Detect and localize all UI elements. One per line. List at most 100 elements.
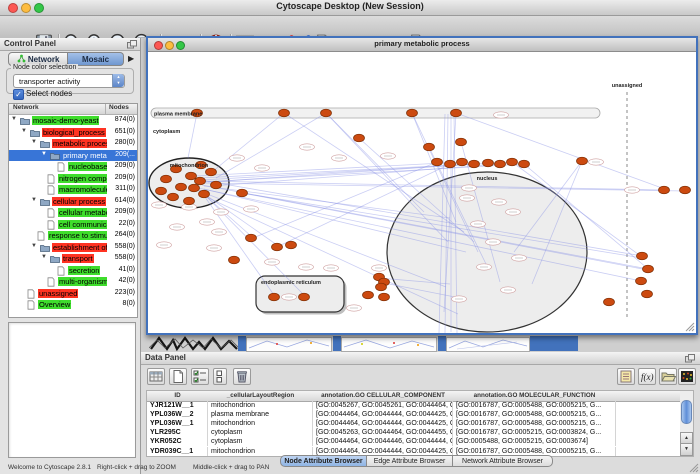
- graph-node[interactable]: [246, 234, 257, 242]
- tree-row[interactable]: cellular metabol209(0): [9, 207, 137, 219]
- graph-node[interactable]: [229, 256, 240, 264]
- graph-node[interactable]: [659, 186, 670, 194]
- table-row[interactable]: YPL036W__1mitochondrion[GO:0044464, GO:0…: [147, 419, 681, 428]
- graph-node[interactable]: [279, 109, 290, 117]
- graph-node[interactable]: [379, 293, 390, 301]
- table-row[interactable]: YLR295Ccytoplasm[GO:0045263, GO:0044464,…: [147, 428, 681, 437]
- graph-node[interactable]: [577, 157, 588, 165]
- tree-row[interactable]: response to stimulu264(0): [9, 230, 137, 242]
- graph-node[interactable]: [456, 138, 467, 146]
- graph-node[interactable]: [604, 298, 615, 306]
- graph-node[interactable]: [156, 187, 167, 195]
- tree-row[interactable]: Overview8(0): [9, 299, 137, 311]
- tree-row[interactable]: ▼primary metabolic209(...: [9, 150, 137, 162]
- graph-node[interactable]: [176, 183, 187, 191]
- expand-triangle-icon[interactable]: ▼: [41, 151, 47, 157]
- window-resize-grip[interactable]: [688, 462, 699, 473]
- graph-node[interactable]: [354, 134, 365, 142]
- graph-node[interactable]: [451, 109, 462, 117]
- tree-row[interactable]: nitrogen compou209(0): [9, 173, 137, 185]
- float-panel-icon[interactable]: [127, 40, 137, 49]
- background-window-fragment[interactable]: [246, 337, 332, 352]
- graph-node[interactable]: [643, 265, 654, 273]
- graph-node[interactable]: [483, 159, 494, 167]
- tree-row[interactable]: ▼transport558(0): [9, 253, 137, 265]
- graph-node[interactable]: [519, 160, 530, 168]
- table-import-icon[interactable]: [147, 368, 165, 385]
- float-panel-icon[interactable]: [685, 354, 695, 363]
- network-view-frame[interactable]: primary metabolic process plasma membran…: [146, 36, 698, 335]
- tab-network-attribute-browser[interactable]: Network Attribute Browser: [453, 455, 553, 467]
- table-scrollbar[interactable]: ▲ ▼: [680, 390, 694, 457]
- select-attributes-icon[interactable]: [191, 368, 209, 385]
- graph-node[interactable]: [507, 158, 518, 166]
- graph-node[interactable]: [457, 158, 468, 166]
- import-folder-icon[interactable]: [659, 368, 677, 385]
- unselect-attributes-icon[interactable]: [213, 368, 227, 385]
- network-canvas[interactable]: plasma membranecytoplasmmitochondrionnuc…: [148, 52, 696, 333]
- graph-node[interactable]: [637, 252, 648, 260]
- node-color-combobox[interactable]: transporter activity ▲▼: [13, 74, 125, 88]
- graph-node[interactable]: [432, 158, 443, 166]
- table-new-icon[interactable]: [169, 368, 187, 385]
- more-tabs-icon[interactable]: ▶: [128, 54, 134, 63]
- tree-row[interactable]: ▼establishment of lo558(0): [9, 242, 137, 254]
- tree-column-nodes[interactable]: Nodes: [109, 104, 129, 111]
- graph-node[interactable]: [199, 190, 210, 198]
- attribute-editor-icon[interactable]: [617, 368, 635, 385]
- expand-triangle-icon[interactable]: ▼: [11, 116, 17, 122]
- tree-column-network[interactable]: Network: [13, 104, 39, 111]
- tree-row[interactable]: ▼cellular process614(0): [9, 196, 137, 208]
- graph-node[interactable]: [424, 143, 435, 151]
- graph-node[interactable]: [299, 293, 310, 301]
- tree-row[interactable]: ▼metabolic process280(0): [9, 138, 137, 150]
- graph-node[interactable]: [206, 168, 217, 176]
- graph-node[interactable]: [237, 189, 248, 197]
- graph-node[interactable]: [186, 172, 197, 180]
- graph-node[interactable]: [189, 184, 200, 192]
- tree-row[interactable]: multi-organism pro42(0): [9, 276, 137, 288]
- graph-node[interactable]: [407, 109, 418, 117]
- tree-row[interactable]: unassigned223(0): [9, 288, 137, 300]
- graph-node[interactable]: [445, 160, 456, 168]
- graph-node[interactable]: [286, 241, 297, 249]
- graph-node[interactable]: [211, 181, 222, 189]
- plasma-membrane-region[interactable]: [151, 108, 600, 118]
- graph-node[interactable]: [680, 186, 691, 194]
- matrix-icon[interactable]: [678, 368, 696, 385]
- tree-row[interactable]: macromolecule311(0): [9, 184, 137, 196]
- background-window-fragment[interactable]: [446, 337, 530, 352]
- window-titlebar[interactable]: Cytoscape Desktop (New Session): [0, 0, 700, 16]
- table-row[interactable]: YKR052Ccytoplasm[GO:0044464, GO:0044446,…: [147, 437, 681, 446]
- table-row[interactable]: YJR121W__1mitochondrion[GO:0045267, GO:0…: [147, 401, 681, 410]
- graph-node[interactable]: [642, 290, 653, 298]
- tab-edge-attribute-browser[interactable]: Edge Attribute Browser: [367, 455, 453, 467]
- function-builder-icon[interactable]: f(x): [638, 368, 656, 385]
- graph-node[interactable]: [168, 193, 179, 201]
- tree-row[interactable]: ▼mosaic-demo-yeast874(0): [9, 115, 137, 127]
- expand-triangle-icon[interactable]: ▼: [31, 243, 37, 249]
- tree-row[interactable]: nucleobase-cont209(0): [9, 161, 137, 173]
- graph-node[interactable]: [195, 177, 206, 185]
- background-window-fragment[interactable]: [341, 337, 437, 352]
- graph-node[interactable]: [376, 283, 387, 291]
- graph-node[interactable]: [184, 197, 195, 205]
- graph-node[interactable]: [469, 160, 480, 168]
- graph-node[interactable]: [363, 291, 374, 299]
- expand-triangle-icon[interactable]: ▼: [31, 197, 37, 203]
- tree-row[interactable]: secretion41(0): [9, 265, 137, 277]
- graph-node[interactable]: [495, 160, 506, 168]
- combobox-stepper-icon[interactable]: ▲▼: [112, 74, 124, 87]
- expand-triangle-icon[interactable]: ▼: [41, 254, 47, 260]
- select-nodes-checkbox[interactable]: ✓: [13, 89, 24, 100]
- tree-row[interactable]: ▼biological_process651(0): [9, 127, 137, 139]
- graph-node[interactable]: [636, 277, 647, 285]
- tab-node-attribute-browser[interactable]: Node Attribute Browser: [280, 455, 367, 467]
- scroll-down-icon[interactable]: ▼: [680, 443, 693, 456]
- graph-node[interactable]: [321, 109, 332, 117]
- network-tree-header[interactable]: Network Nodes: [9, 104, 137, 115]
- graph-node[interactable]: [272, 243, 283, 251]
- expand-triangle-icon[interactable]: ▼: [31, 139, 37, 145]
- scrollbar-thumb[interactable]: [681, 400, 692, 424]
- graph-node[interactable]: [161, 175, 172, 183]
